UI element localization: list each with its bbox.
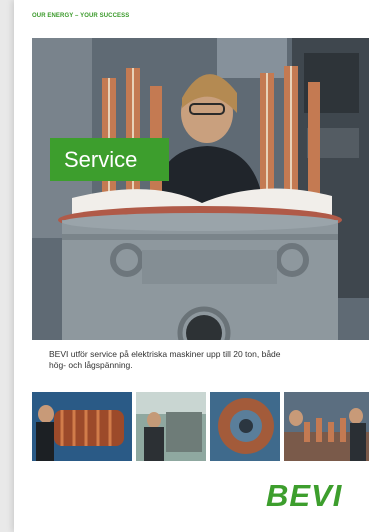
thumb-photo-workshop: [136, 392, 206, 461]
page-title: Service: [64, 146, 138, 172]
title-banner: Service: [50, 138, 169, 181]
photo-strip: [32, 392, 369, 461]
bevi-logo: BEVI: [266, 478, 361, 513]
logo-text: BEVI: [266, 479, 343, 511]
tagline: OUR ENERGY – YOUR SUCCESS: [32, 13, 130, 19]
brochure-page: OUR ENERGY – YOUR SUCCESS Service BEVI u…: [14, 0, 369, 532]
description-text: BEVI utför service på elektriska maskine…: [49, 349, 281, 370]
thumb-photo-stator-core: [210, 392, 280, 461]
hero-photo: Service: [32, 38, 369, 340]
thumb-photo-rotor: [32, 392, 132, 461]
thumb-photo-technicians: [284, 392, 369, 461]
stator-illustration: [32, 38, 369, 340]
